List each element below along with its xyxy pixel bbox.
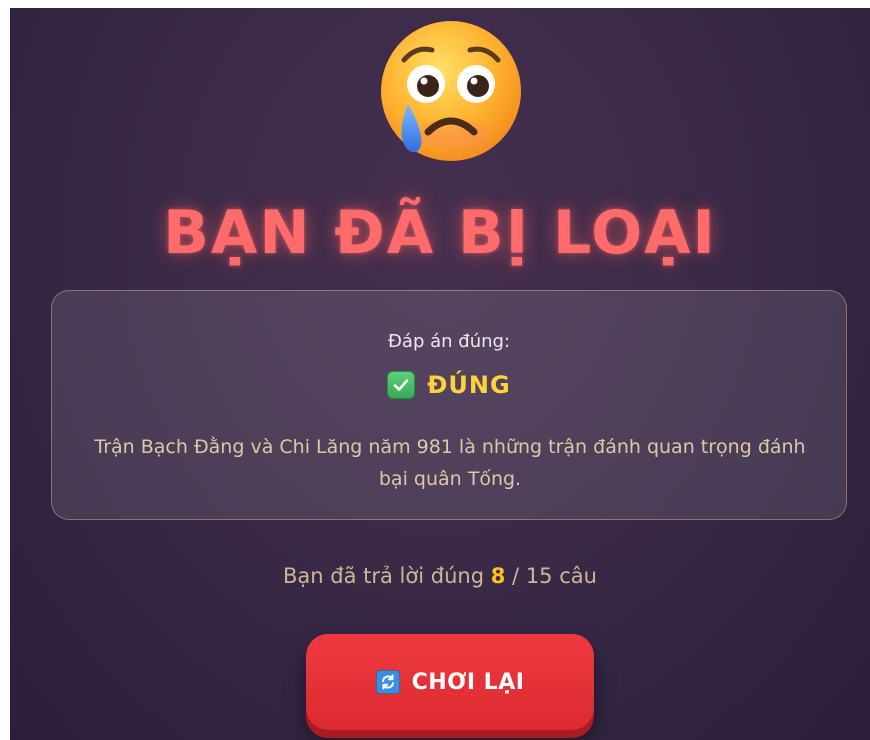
correct-answer-card: Đáp án đúng: ĐÚNG Trận Bạch Đằng và Chi … [51, 290, 847, 520]
replay-button[interactable]: CHƠI LẠI [306, 634, 594, 730]
refresh-icon [375, 670, 400, 694]
answer-row: ĐÚNG [52, 371, 846, 399]
replay-button-label: CHƠI LẠI [411, 669, 525, 695]
crying-face-icon [376, 16, 526, 166]
answer-explanation: Trận Bạch Đằng và Chi Lăng năm 981 là nh… [94, 436, 806, 490]
score-correct-count: 8 [490, 564, 506, 588]
score-suffix: câu [559, 564, 597, 588]
page-title: BẠN ĐÃ BỊ LOẠI [163, 198, 717, 268]
score-total-count: 15 [525, 564, 553, 588]
score-separator: / [512, 564, 520, 588]
elimination-screen: BẠN ĐÃ BỊ LOẠI Đáp án đúng: ĐÚNG Trận Bạ… [10, 8, 870, 740]
score-prefix: Bạn đã trả lời đúng [283, 564, 485, 588]
correct-answer-value: ĐÚNG [427, 371, 511, 399]
score-summary: Bạn đã trả lời đúng 8 / 15 câu [10, 564, 870, 588]
correct-answer-label: Đáp án đúng: [387, 331, 511, 352]
check-mark-icon [387, 371, 416, 399]
